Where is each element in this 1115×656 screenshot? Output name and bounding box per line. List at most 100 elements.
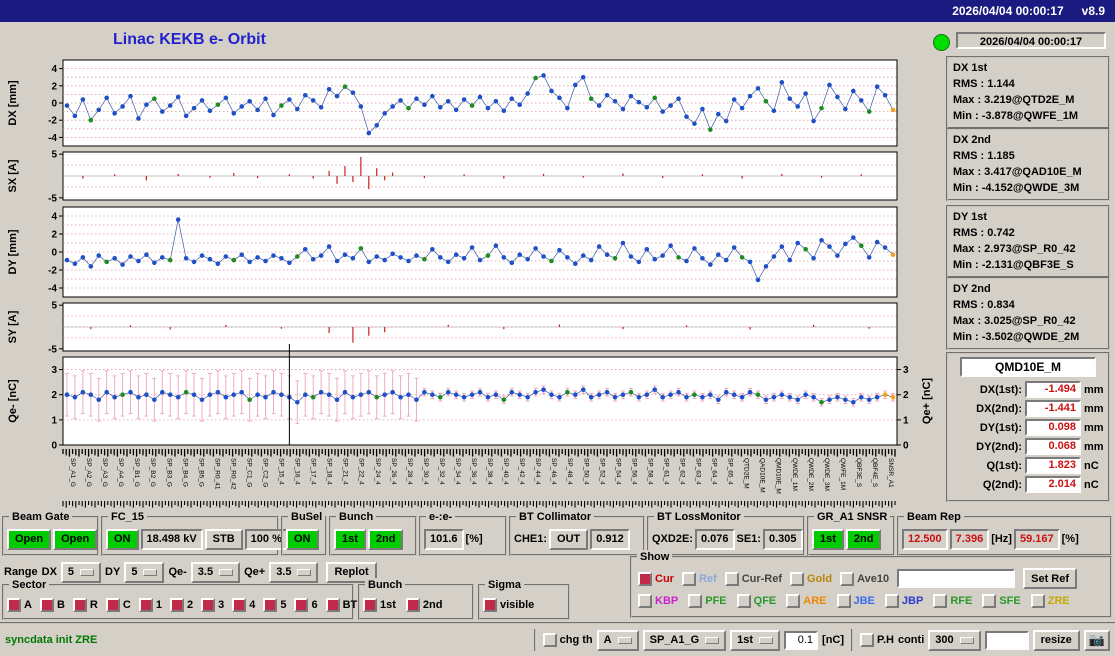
dropdown-indicator-icon (143, 568, 158, 576)
plot-qe: 3 2 1 0 3 2 1 0 Qe- [nC] Qe+ [nC] (7, 344, 933, 452)
show-title: Show (637, 550, 673, 564)
sector-select-dropdown[interactable]: A (596, 629, 639, 651)
bpm-label: SP_63_4 (695, 458, 702, 485)
show-checks2-zre-checkbox[interactable]: ZRE (1030, 594, 1070, 608)
ph-checkbox[interactable]: P.H (860, 633, 894, 647)
show-checks2-sfe-checkbox[interactable]: SFE (982, 594, 1021, 608)
fc15-stb-button[interactable]: STB (204, 528, 243, 550)
range-qep-label: Qe+ (244, 566, 266, 578)
sector-items-b-checkbox[interactable]: B (39, 598, 65, 612)
show-checks2-are-checkbox[interactable]: ARE (786, 594, 827, 608)
threshold-unit-label: [nC] (822, 634, 845, 646)
sector-items-6-checkbox[interactable]: 6 (294, 598, 318, 612)
count-input[interactable] (984, 630, 1029, 650)
set-ref-button[interactable]: Set Ref (1023, 568, 1078, 589)
titlebar: 2026/04/04 00:00:17 v8.9 (0, 0, 1115, 22)
range-dy-dropdown[interactable]: 5 (124, 561, 165, 583)
fc15-on-button[interactable]: ON (106, 528, 139, 550)
sector-items-1-checkbox[interactable]: 1 (138, 598, 162, 612)
rep-count-dropdown[interactable]: 300 (928, 629, 981, 651)
range-qep-dropdown[interactable]: 3.5 (269, 561, 319, 583)
bpm-label: SP_54_4 (614, 458, 621, 485)
resize-button[interactable]: resize (1032, 629, 1080, 651)
plot-sx: 5 -5 SX [A] (7, 150, 898, 204)
bunch-1st-button[interactable]: 1st (334, 528, 366, 550)
gr-a1-2nd-button[interactable]: 2nd (845, 528, 882, 550)
qmd-row-label: DX(1st): (979, 383, 1022, 396)
checkbox-label: C (122, 599, 131, 611)
beam-gate-open-1-button[interactable]: Open (7, 528, 52, 550)
axis-label-sy: SY [A] (7, 310, 19, 343)
sector-items-r-checkbox[interactable]: R (72, 598, 98, 612)
bpm-label: SP_52_4 (598, 458, 605, 485)
show-checks1-cur-ref-checkbox[interactable]: Cur-Ref (724, 571, 782, 586)
qmd-row-unit: nC (1084, 459, 1099, 472)
checkbox-box (840, 571, 855, 586)
checkbox-label: 1 (155, 599, 162, 611)
svg-text:0: 0 (51, 441, 57, 452)
show-checks2-jbe-checkbox[interactable]: JBE (836, 594, 875, 608)
checkbox-box (169, 598, 184, 612)
svg-text:0: 0 (51, 99, 57, 110)
stat-line: RMS : 1.185 (953, 150, 1015, 162)
show-checks2-rfe-checkbox[interactable]: RFE (933, 594, 972, 608)
checkbox-box (542, 633, 557, 647)
bpm-label: QBF4E_S (871, 458, 878, 488)
show-checks2-kbp-checkbox[interactable]: KBP (638, 594, 678, 608)
sector-items-4-checkbox[interactable]: 4 (232, 598, 255, 612)
sector-items-a-checkbox[interactable]: A (7, 598, 32, 612)
qmd-device-name: QMD10E_M (960, 357, 1096, 377)
ref-name-input[interactable] (897, 569, 1016, 588)
bpm-label: SP_62_4 (678, 458, 685, 485)
show-checks2-jbp-checkbox[interactable]: JBP (884, 594, 923, 608)
chg-th-checkbox[interactable]: chg th (542, 633, 593, 647)
busel-on-button[interactable]: ON (286, 528, 319, 550)
checkbox-box (836, 594, 851, 608)
svg-text:1: 1 (51, 415, 57, 426)
show-checks2-pfe-checkbox[interactable]: PFE (688, 594, 727, 608)
camera-icon[interactable]: 📷 (1083, 629, 1110, 651)
beam-rep-pct-label: [%] (1061, 533, 1079, 545)
bpm-label: SP_R0_42 (229, 458, 236, 490)
sector-items-bt-checkbox[interactable]: BT (325, 598, 357, 612)
axis-label-right: Qe+ [nC] (921, 378, 933, 424)
show-checks1-ref-checkbox[interactable]: Ref (681, 571, 717, 586)
qmd-row: DX(2nd): -1.441 mm (952, 399, 1104, 418)
sector-items-c-checkbox[interactable]: C (105, 598, 131, 612)
sector-items-2-checkbox[interactable]: 2 (169, 598, 193, 612)
svg-text:3: 3 (903, 365, 909, 376)
checkbox-label: Gold (807, 572, 833, 585)
qxd2e-value-display: 0.076 (694, 528, 735, 550)
bunch-items-1st-checkbox[interactable]: 1st (363, 598, 396, 612)
checkbox-label: ZRE (1047, 595, 1070, 607)
show-checks1-cur-checkbox[interactable]: Cur (638, 571, 674, 586)
show-checks2-qfe-checkbox[interactable]: QFE (736, 594, 776, 608)
show-checks1-gold-checkbox[interactable]: Gold (790, 571, 833, 586)
checkbox-box (72, 598, 87, 612)
gr-a1-1st-button[interactable]: 1st (812, 528, 844, 550)
sector-items-3-checkbox[interactable]: 3 (201, 598, 224, 612)
conti-label[interactable]: conti (898, 634, 924, 646)
bpm-select-dropdown[interactable]: SP_A1_G (642, 629, 727, 651)
qmd-row-unit: mm (1084, 421, 1104, 434)
qmd-row: DY(1st): 0.098 mm (952, 418, 1104, 437)
threshold-input[interactable] (784, 630, 819, 650)
show-checks1-ave10-checkbox[interactable]: Ave10 (840, 571, 890, 586)
stat-title: DX 2nd (953, 134, 991, 146)
qmd-row-value: -1.441 (1025, 400, 1081, 417)
sector-items-5-checkbox[interactable]: 5 (263, 598, 286, 612)
stat-line: RMS : 0.834 (953, 299, 1015, 311)
sigma-items-visible-checkbox[interactable]: visible (483, 598, 534, 612)
svg-text:4: 4 (51, 64, 57, 75)
bunch-items-2nd-checkbox[interactable]: 2nd (405, 598, 442, 612)
bpm-label: QTD2E_M (743, 458, 750, 489)
che1-out-button[interactable]: OUT (549, 528, 589, 550)
bunch-2nd-button[interactable]: 2nd (367, 528, 404, 550)
qmd-row-label: DY(2nd): (976, 440, 1022, 453)
range-qem-dropdown[interactable]: 3.5 (190, 561, 241, 583)
range-dx-dropdown[interactable]: 5 (60, 561, 102, 583)
bunch-select-dropdown[interactable]: 1st (730, 629, 781, 651)
se1-value-display: 0.305 (762, 528, 803, 550)
beam-gate-open-2-button[interactable]: Open (53, 528, 98, 550)
checkbox-label: Ave10 (857, 572, 890, 585)
